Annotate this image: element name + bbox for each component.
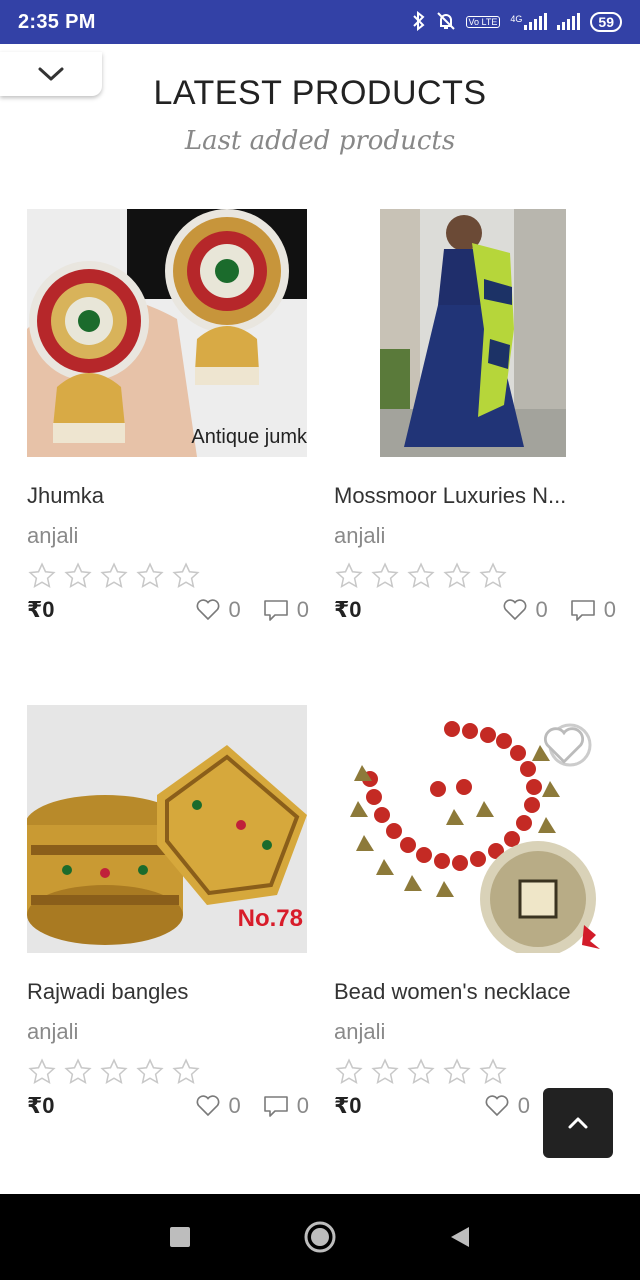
- product-price: ₹0: [334, 1093, 362, 1118]
- product-card[interactable]: No.78 Rajwadi bangles anjali ₹0 0 0: [27, 705, 309, 1119]
- like-count: 0: [535, 597, 548, 622]
- star-outline-icon: [407, 1058, 435, 1084]
- product-name[interactable]: Bead women's necklace: [334, 979, 616, 1005]
- star-outline-icon: [172, 1058, 200, 1084]
- product-image[interactable]: [334, 209, 614, 457]
- bluetooth-icon: [412, 10, 426, 34]
- star-outline-icon: [136, 562, 164, 588]
- product-seller[interactable]: anjali: [334, 523, 616, 549]
- navigation-bar: [0, 1194, 640, 1280]
- heart-outline-icon[interactable]: [484, 1094, 510, 1118]
- star-outline-icon: [172, 562, 200, 588]
- star-outline-icon: [443, 562, 471, 588]
- star-outline-icon: [100, 1058, 128, 1084]
- star-outline-icon: [28, 562, 56, 588]
- like-count: 0: [228, 1093, 241, 1118]
- heart-outline-icon[interactable]: [195, 1094, 221, 1118]
- nav-home-button[interactable]: [300, 1217, 340, 1257]
- rating-stars: [27, 561, 309, 591]
- status-icons: Vo LTE 4G 59: [412, 10, 622, 34]
- product-name[interactable]: Rajwadi bangles: [27, 979, 309, 1005]
- rating-stars: [334, 561, 616, 591]
- comment-outline-icon[interactable]: [263, 598, 289, 622]
- image-caption: Antique jumk: [191, 426, 307, 448]
- like-count: 0: [228, 597, 241, 622]
- triangle-back-icon: [451, 1227, 469, 1247]
- star-outline-icon: [407, 562, 435, 588]
- product-price: ₹0: [334, 597, 362, 622]
- product-image[interactable]: No.78: [27, 705, 307, 953]
- comment-count: 0: [296, 597, 309, 622]
- product-meta: ₹0 0 0: [27, 597, 309, 623]
- volte-badge: Vo LTE: [465, 16, 501, 28]
- product-name[interactable]: Jhumka: [27, 483, 309, 509]
- product-stats: 0 0: [502, 597, 616, 623]
- notifications-off-icon: [436, 11, 456, 34]
- heart-outline-icon[interactable]: [540, 725, 588, 767]
- star-outline-icon: [443, 1058, 471, 1084]
- product-seller[interactable]: anjali: [27, 1019, 309, 1045]
- product-card[interactable]: Mossmoor Luxuries N... anjali ₹0 0 0: [334, 209, 616, 623]
- star-outline-icon: [479, 562, 507, 588]
- signal-4g-icon: 4G: [510, 13, 548, 30]
- page-subtitle: Last added products: [184, 126, 456, 156]
- nav-recents-button[interactable]: [160, 1217, 200, 1257]
- square-icon: [170, 1227, 190, 1247]
- comment-outline-icon[interactable]: [570, 598, 596, 622]
- product-stats: 0 0: [195, 1093, 309, 1119]
- heart-outline-icon[interactable]: [502, 598, 528, 622]
- star-outline-icon: [64, 562, 92, 588]
- rating-stars: [27, 1057, 309, 1087]
- star-outline-icon: [371, 562, 399, 588]
- signal-icon: [557, 13, 581, 30]
- product-price: ₹0: [27, 1093, 55, 1118]
- nav-back-button[interactable]: [440, 1217, 480, 1257]
- product-price: ₹0: [27, 597, 55, 622]
- chevron-up-icon: [568, 1117, 588, 1129]
- network-type-label: 4G: [510, 14, 523, 24]
- product-card[interactable]: Bead women's necklace anjali ₹0 0: [334, 705, 616, 1119]
- image-caption: No.78: [237, 905, 303, 932]
- star-outline-icon: [335, 1058, 363, 1084]
- rating-stars: [334, 1057, 616, 1087]
- product-meta: ₹0 0 0: [27, 1093, 309, 1119]
- star-outline-icon: [136, 1058, 164, 1084]
- star-outline-icon: [479, 1058, 507, 1084]
- status-time: 2:35 PM: [18, 10, 96, 33]
- star-outline-icon: [371, 1058, 399, 1084]
- comment-count: 0: [296, 1093, 309, 1118]
- product-seller[interactable]: anjali: [27, 523, 309, 549]
- product-stats: 0 0: [195, 597, 309, 623]
- star-outline-icon: [64, 1058, 92, 1084]
- star-outline-icon: [100, 562, 128, 588]
- star-outline-icon: [28, 1058, 56, 1084]
- battery-indicator: 59: [590, 12, 622, 32]
- product-card[interactable]: Antique jumk Jhumka anjali ₹0 0 0: [27, 209, 309, 623]
- product-stats: 0: [484, 1093, 530, 1119]
- comment-count: 0: [603, 597, 616, 622]
- back-to-top-button[interactable]: [543, 1088, 613, 1158]
- product-meta: ₹0 0 0: [334, 597, 616, 623]
- heart-outline-icon[interactable]: [195, 598, 221, 622]
- product-image[interactable]: [334, 705, 614, 953]
- comment-outline-icon[interactable]: [263, 1094, 289, 1118]
- star-outline-icon: [335, 562, 363, 588]
- product-image[interactable]: Antique jumk: [27, 209, 307, 457]
- circle-icon: [304, 1221, 336, 1253]
- like-count: 0: [517, 1093, 530, 1118]
- product-seller[interactable]: anjali: [334, 1019, 616, 1045]
- product-name[interactable]: Mossmoor Luxuries N...: [334, 483, 616, 509]
- status-bar: 2:35 PM Vo LTE 4G 59: [0, 0, 640, 44]
- page-title: LATEST PRODUCTS: [153, 74, 487, 112]
